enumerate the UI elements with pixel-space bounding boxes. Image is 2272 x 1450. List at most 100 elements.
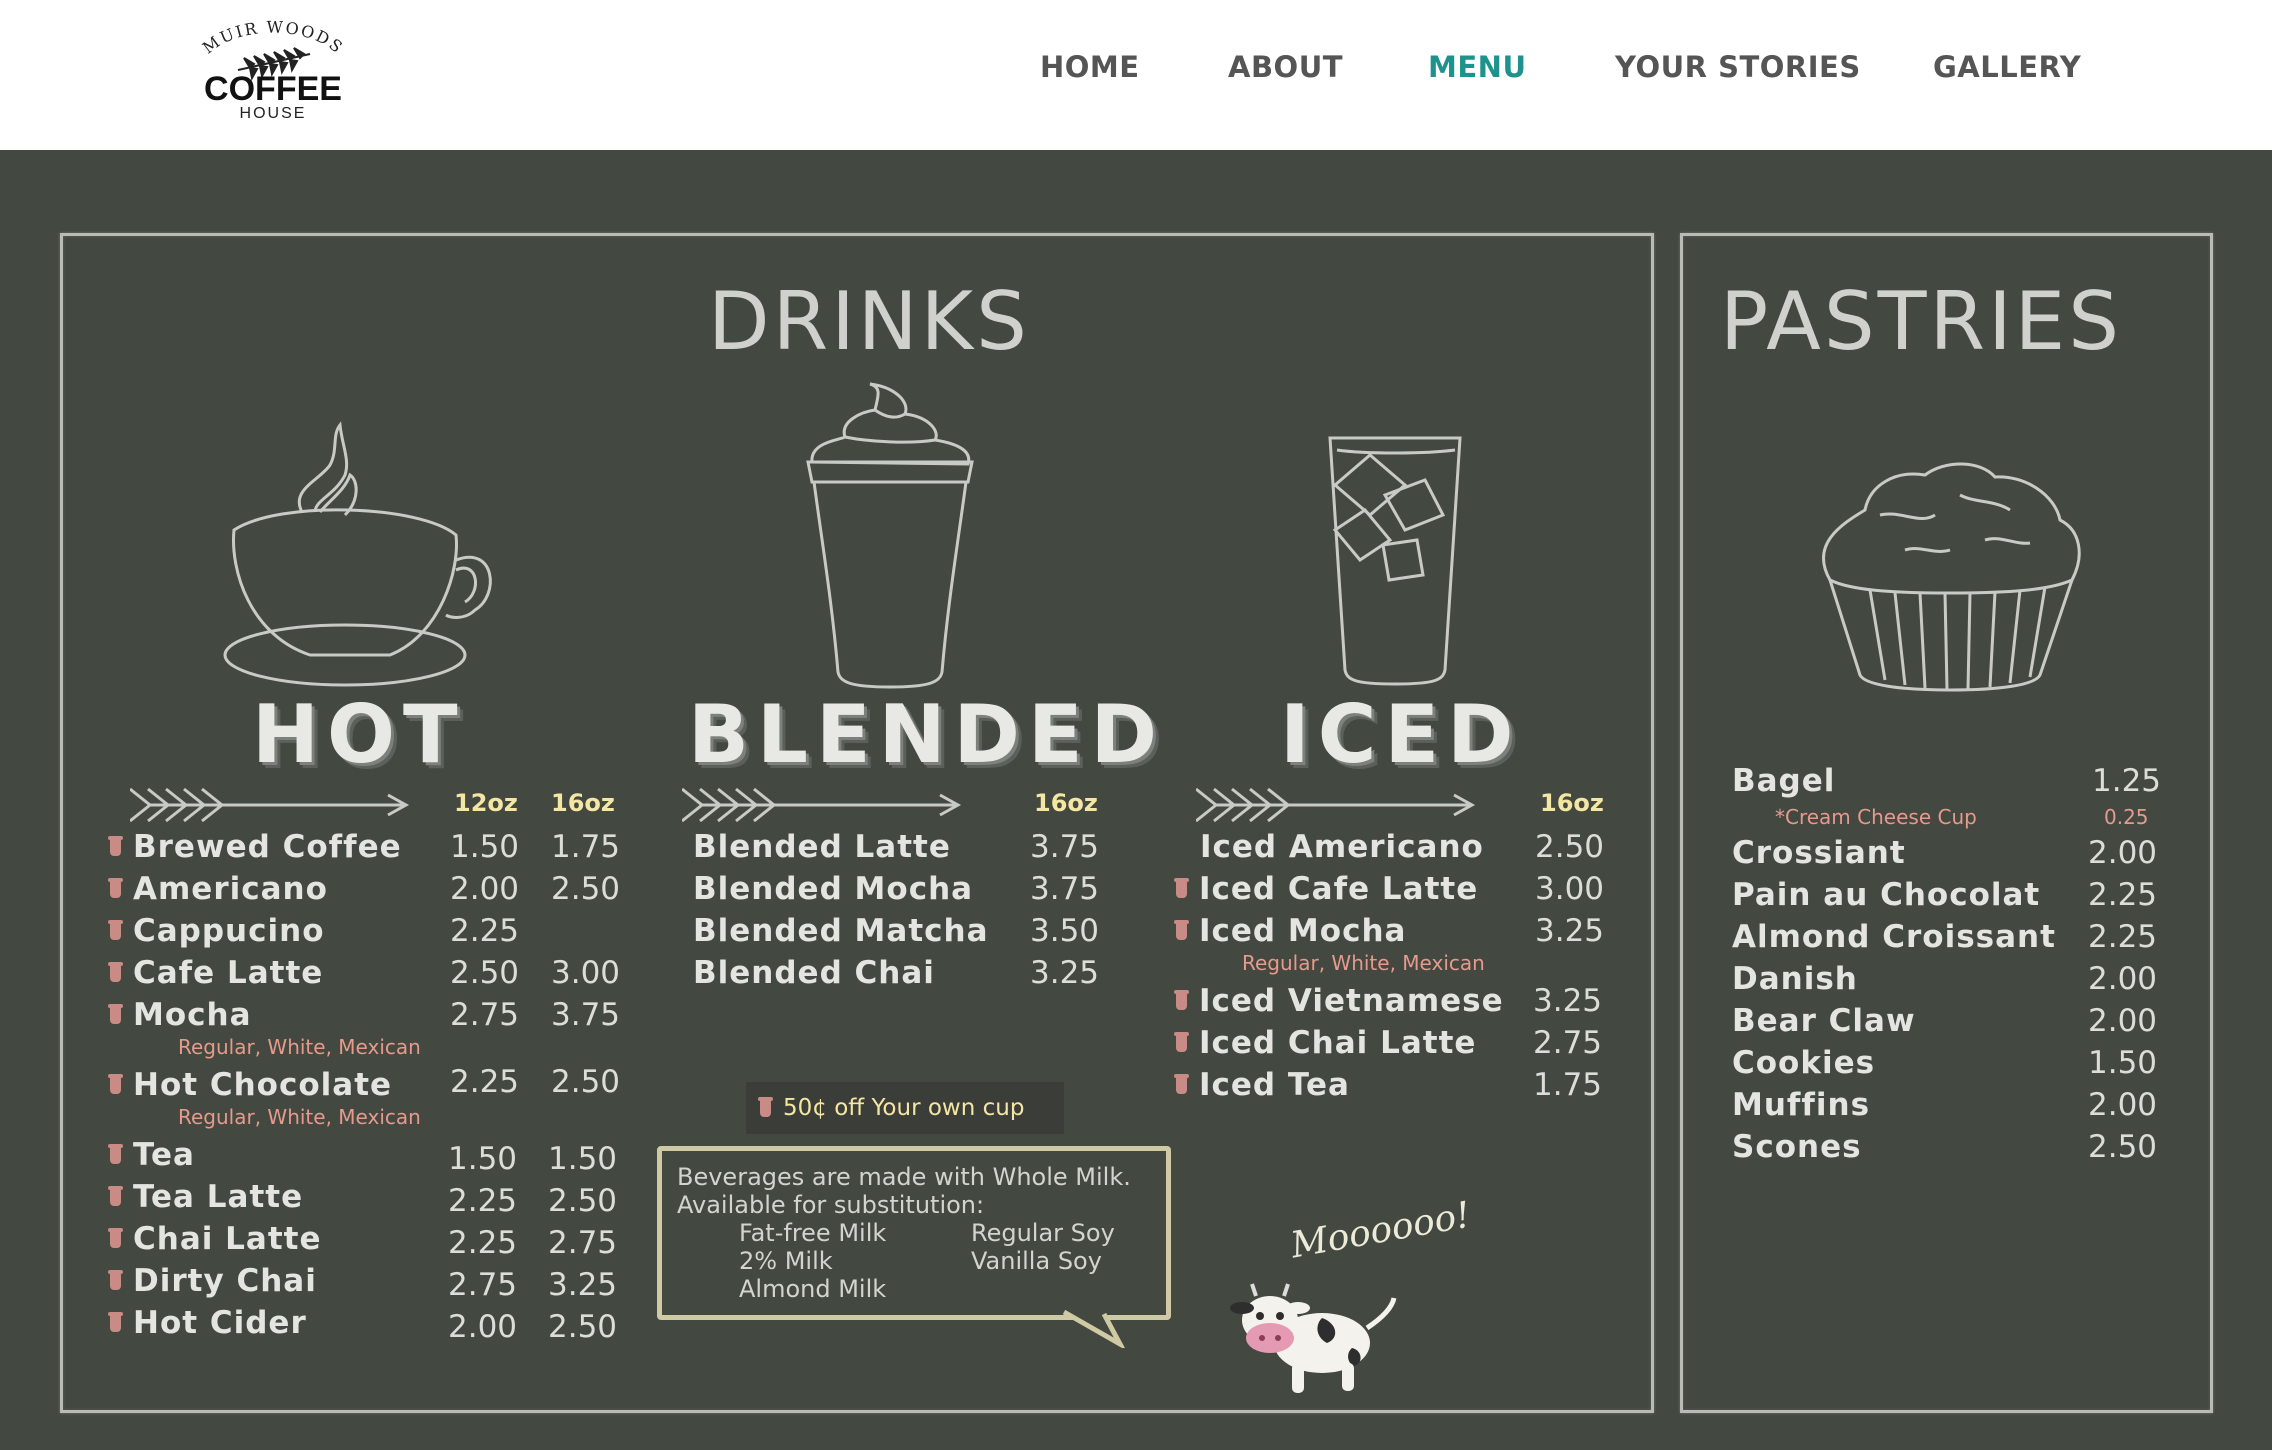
price: 2.00 xyxy=(2088,1087,2158,1123)
price: 2.50 xyxy=(450,955,520,991)
blended-item-matcha: Blended Matcha xyxy=(693,913,989,949)
milk-line-1: Beverages are made with Whole Milk. xyxy=(677,1163,1131,1191)
own-cup-promo: 50¢ off Your own cup xyxy=(746,1082,1064,1134)
price: 1.50 xyxy=(448,1141,518,1177)
own-cup-icon xyxy=(108,835,123,856)
own-cup-icon xyxy=(758,1096,773,1117)
price: 3.25 xyxy=(1535,913,1605,949)
iced-item-mocha: Iced Mocha xyxy=(1174,913,1406,949)
blended-item-mocha: Blended Mocha xyxy=(693,871,974,907)
blended-size-16oz: 16oz xyxy=(1034,789,1098,817)
blended-title: BLENDED xyxy=(688,688,1166,781)
iced-item-cafe-latte: Iced Cafe Latte xyxy=(1174,871,1478,907)
milk-option: Fat-free Milk xyxy=(739,1219,887,1247)
price: 2.50 xyxy=(551,1064,621,1100)
hot-item-americano: Americano xyxy=(108,871,328,907)
mocha-note: Regular, White, Mexican xyxy=(178,1035,421,1059)
logo[interactable]: MUIR WOODS COFFEE HOUSE xyxy=(188,18,358,128)
price: 2.75 xyxy=(548,1225,618,1261)
own-cup-icon xyxy=(1174,877,1189,898)
own-cup-icon xyxy=(108,877,123,898)
nav-about[interactable]: ABOUT xyxy=(1228,50,1343,84)
blended-item-latte: Blended Latte xyxy=(693,829,951,865)
iced-size-16oz: 16oz xyxy=(1540,789,1604,817)
own-cup-icon xyxy=(108,1003,123,1024)
cream-cheese-price: 0.25 xyxy=(2104,805,2149,829)
price: 2.50 xyxy=(2088,1129,2158,1165)
svg-text:MUIR WOODS: MUIR WOODS xyxy=(199,18,348,58)
drinks-title: DRINKS xyxy=(708,275,1030,368)
price: 2.50 xyxy=(1535,829,1605,865)
own-cup-icon xyxy=(108,1185,123,1206)
logo-arc-text: MUIR WOODS xyxy=(199,18,346,58)
price: 3.75 xyxy=(1030,829,1100,865)
price: 1.50 xyxy=(2088,1045,2158,1081)
milk-line-2: Available for substitution: xyxy=(677,1191,985,1219)
hot-item-hot-chocolate: Hot Chocolate xyxy=(108,1067,392,1103)
price: 2.50 xyxy=(548,1309,618,1345)
hot-item-hot-cider: Hot Cider xyxy=(108,1305,307,1341)
pastries-title: PASTRIES xyxy=(1720,275,2123,368)
own-cup-icon xyxy=(1174,989,1189,1010)
pastry-pain-au-chocolat: Pain au Chocolat xyxy=(1732,877,2041,913)
site-header: MUIR WOODS COFFEE HOUSE HOME ABOUT MENU … xyxy=(0,0,2272,150)
hot-cup-icon xyxy=(223,421,492,687)
pastry-almond-croissant: Almond Croissant xyxy=(1732,919,2056,955)
hot-item-mocha: Mocha xyxy=(108,997,252,1033)
own-cup-icon xyxy=(1174,919,1189,940)
price: 2.25 xyxy=(448,1183,518,1219)
iced-glass-icon xyxy=(1328,436,1462,686)
bubble-tail xyxy=(1062,1309,1125,1348)
milk-option: 2% Milk xyxy=(739,1247,833,1275)
price: 2.25 xyxy=(2088,877,2158,913)
iced-arrow-icon xyxy=(1196,787,1476,823)
hot-item-dirty-chai: Dirty Chai xyxy=(108,1263,317,1299)
nav-menu[interactable]: MENU xyxy=(1428,50,1527,84)
hot-size-16oz: 16oz xyxy=(551,789,615,817)
price: 3.75 xyxy=(551,997,621,1033)
hot-title: HOT xyxy=(252,688,466,781)
price: 2.75 xyxy=(450,997,520,1033)
price: 2.25 xyxy=(450,1064,520,1100)
price: 2.00 xyxy=(2088,961,2158,997)
iced-item-vietnamese: Iced Vietnamese xyxy=(1174,983,1504,1019)
hot-arrow-icon xyxy=(130,787,410,823)
nav-home[interactable]: HOME xyxy=(1040,50,1140,84)
pastry-crossiant: Crossiant xyxy=(1732,835,1906,871)
pastry-scones: Scones xyxy=(1732,1129,1862,1165)
hot-item-tea: Tea xyxy=(108,1137,195,1173)
blended-item-chai: Blended Chai xyxy=(693,955,935,991)
price: 2.25 xyxy=(448,1225,518,1261)
own-cup-icon xyxy=(108,919,123,940)
muffin-icon xyxy=(1822,462,2081,692)
pastry-bagel: Bagel xyxy=(1732,763,1836,799)
price: 3.25 xyxy=(548,1267,618,1303)
pastry-danish: Danish xyxy=(1732,961,1858,997)
own-cup-icon xyxy=(108,1143,123,1164)
price: 1.25 xyxy=(2092,763,2162,799)
pastry-muffins: Muffins xyxy=(1732,1087,1871,1123)
pastry-cookies: Cookies xyxy=(1732,1045,1876,1081)
nav-your-stories[interactable]: YOUR STORIES xyxy=(1615,50,1861,84)
own-cup-icon xyxy=(1174,1031,1189,1052)
nav-gallery[interactable]: GALLERY xyxy=(1933,50,2081,84)
cow-icon xyxy=(1230,1283,1397,1393)
logo-sub: HOUSE xyxy=(240,105,307,122)
price: 3.75 xyxy=(1030,871,1100,907)
price: 1.50 xyxy=(450,829,520,865)
price: 2.00 xyxy=(448,1309,518,1345)
price: 2.00 xyxy=(450,871,520,907)
price: 3.25 xyxy=(1533,983,1603,1019)
milk-option: Almond Milk xyxy=(739,1275,887,1303)
own-cup-icon xyxy=(1174,1073,1189,1094)
iced-item-americano: Iced Americano xyxy=(1200,829,1484,865)
price: 2.75 xyxy=(1533,1025,1603,1061)
blended-arrow-icon xyxy=(682,787,962,823)
price: 2.75 xyxy=(448,1267,518,1303)
own-cup-icon xyxy=(108,961,123,982)
price: 3.00 xyxy=(551,955,621,991)
own-cup-icon xyxy=(108,1269,123,1290)
pastry-bear-claw: Bear Claw xyxy=(1732,1003,1916,1039)
price: 1.75 xyxy=(551,829,621,865)
hot-size-12oz: 12oz xyxy=(454,789,518,817)
